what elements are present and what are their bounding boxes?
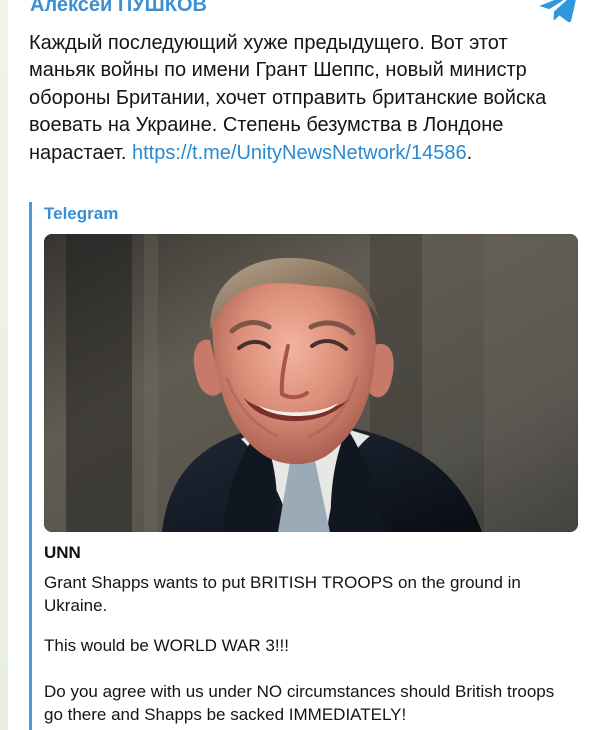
post-message: Каждый последующий хуже предыдущего. Вот… <box>29 30 579 167</box>
article-photo[interactable] <box>44 234 578 532</box>
forwarded-link-preview[interactable]: Telegram UNN Grant Shapps wants to put B… <box>29 202 589 730</box>
preview-paragraph: Grant Shapps wants to put BRITISH TROOPS… <box>44 573 521 615</box>
message-period: . <box>466 141 473 164</box>
photo-illustration <box>44 234 578 532</box>
preview-source[interactable]: Telegram <box>44 202 118 226</box>
channel-author-name[interactable]: Алексей ПУШКОВ <box>30 0 207 18</box>
preview-paragraph: This would be WORLD WAR 3!!! <box>44 636 289 655</box>
telegram-icon[interactable] <box>538 0 578 23</box>
unity-news-link[interactable]: https://t.me/UnityNewsNetwork/14586 <box>132 142 467 164</box>
preview-title: UNN <box>44 543 81 562</box>
left-background-rail <box>0 0 8 730</box>
preview-paragraph: Do you agree with us under NO circumstan… <box>44 682 555 724</box>
telegram-post-screen: Алексей ПУШКОВ Каждый последующий хуже п… <box>0 0 605 730</box>
